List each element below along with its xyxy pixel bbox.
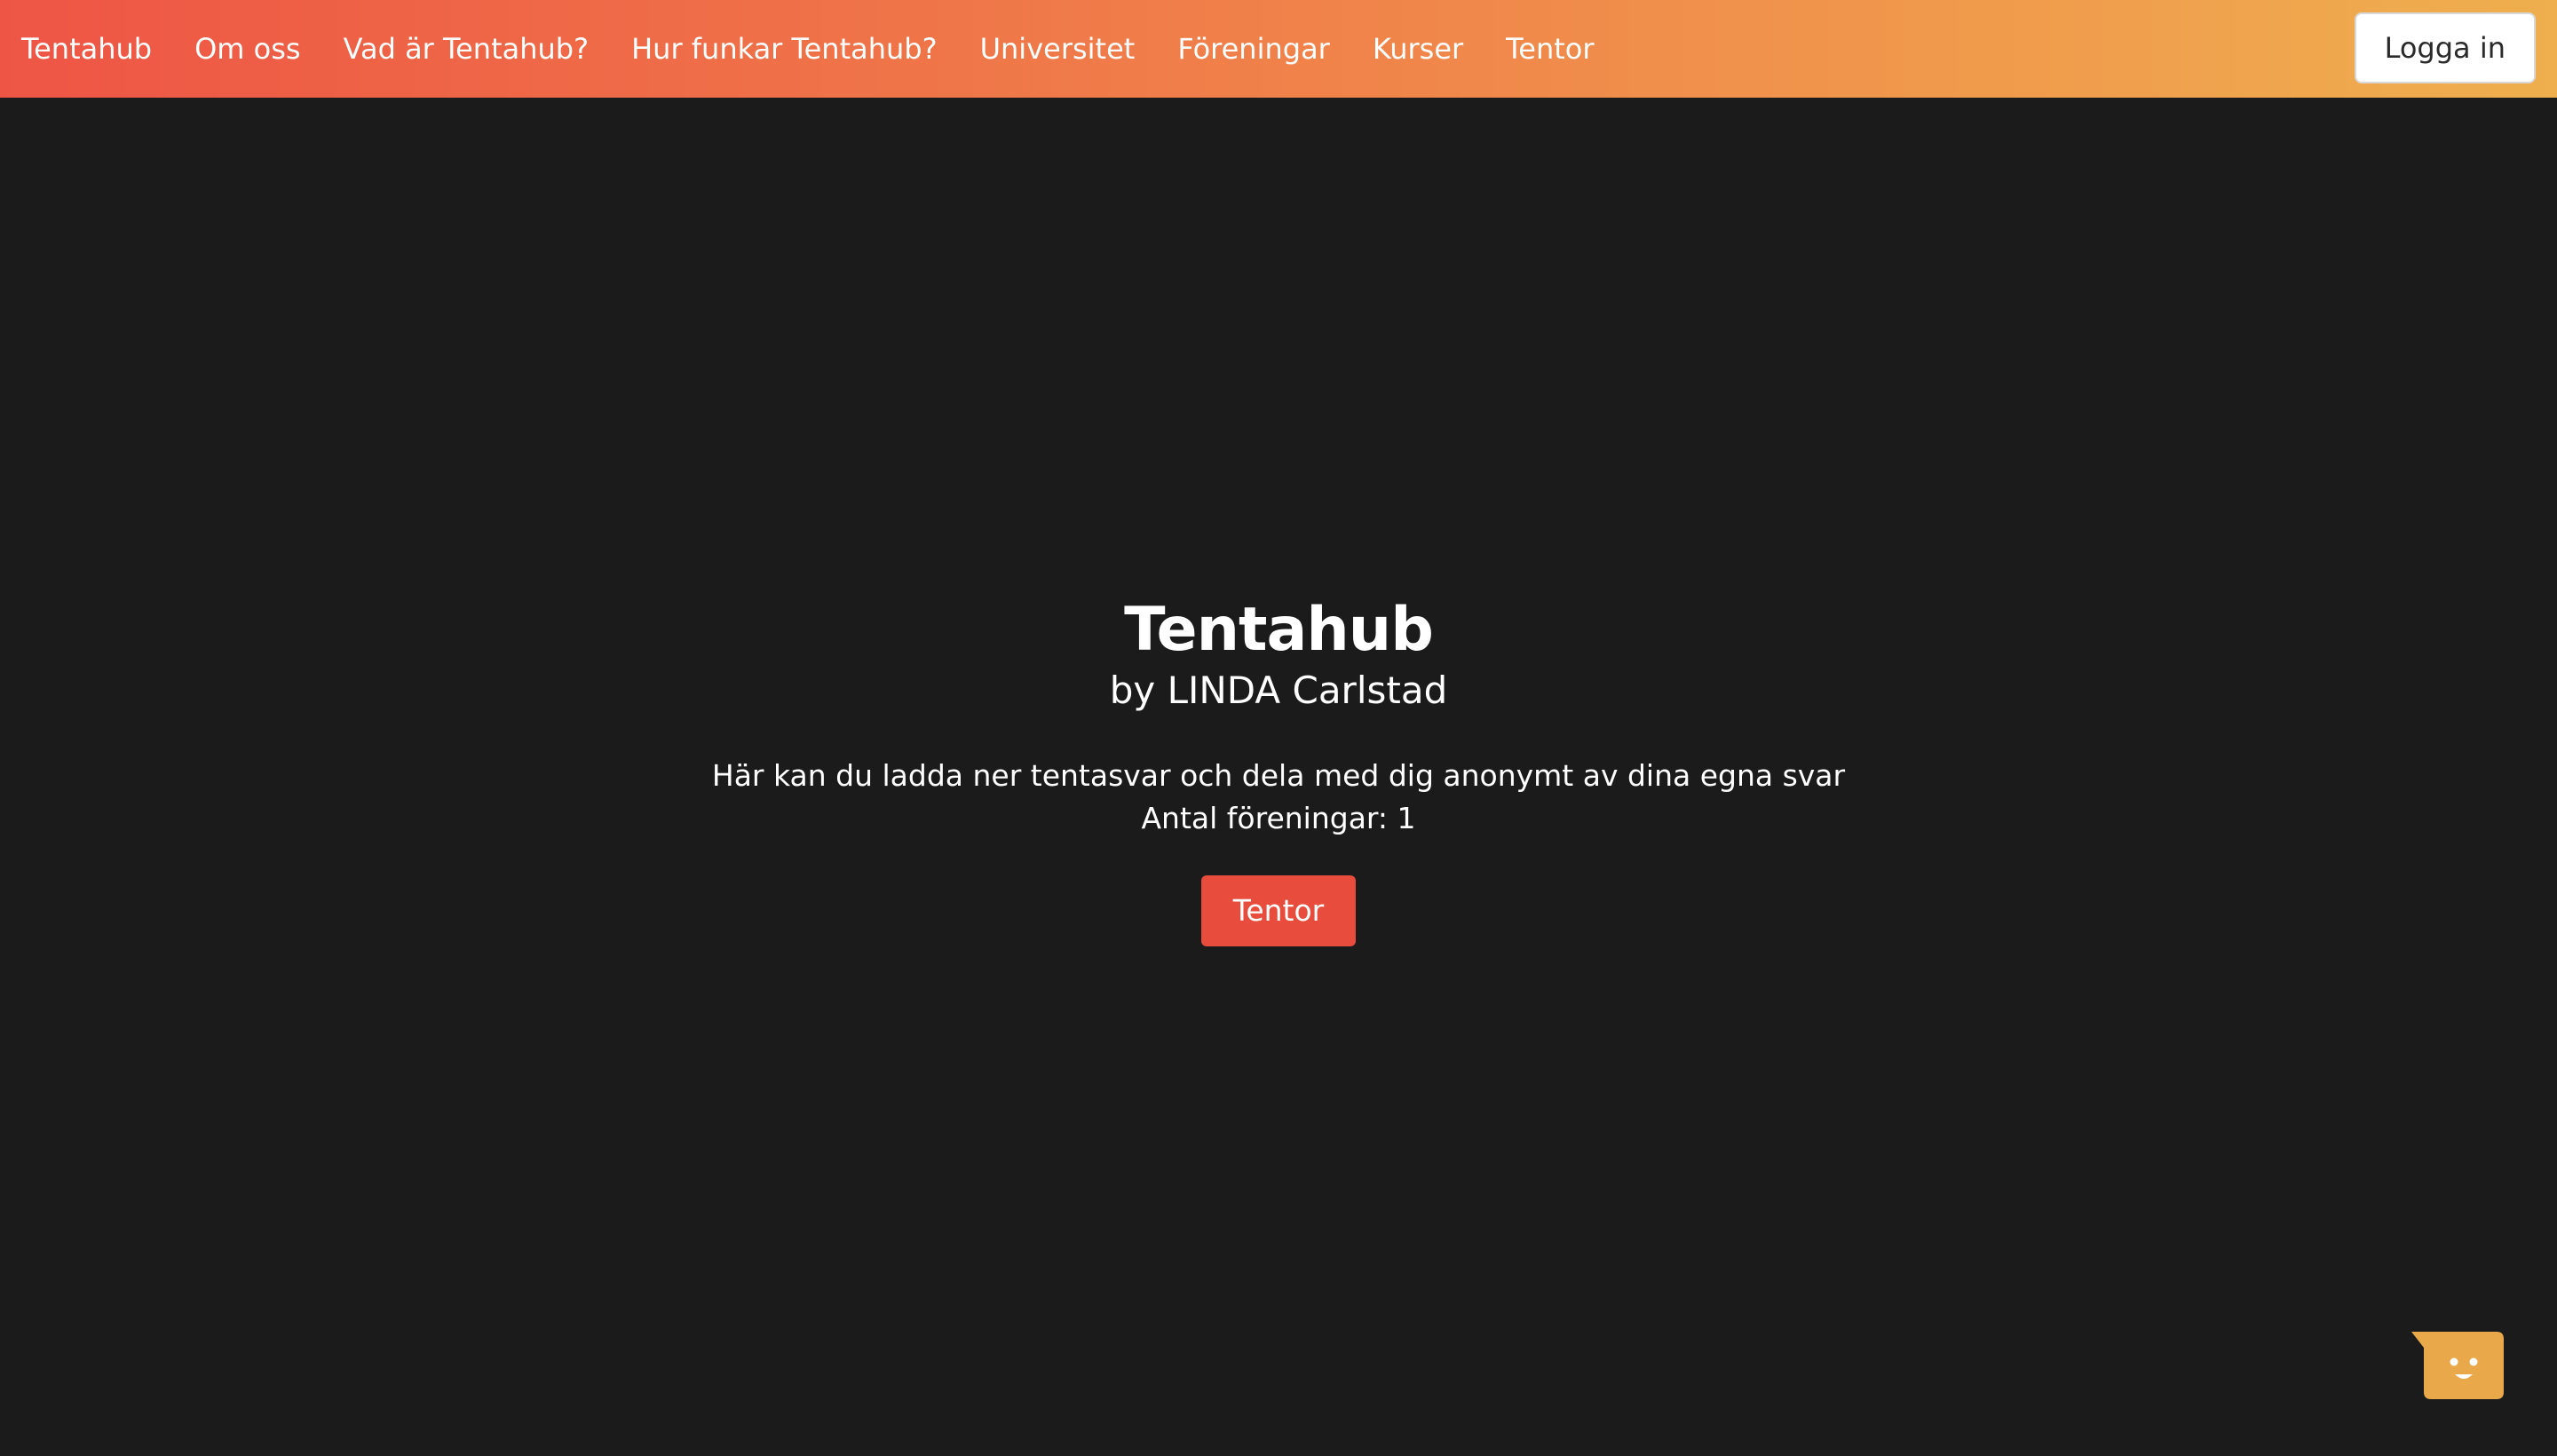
nav-item-foreningar[interactable]: Föreningar bbox=[1177, 32, 1330, 66]
top-navbar: Tentahub Om oss Vad är Tentahub? Hur fun… bbox=[0, 0, 2557, 98]
tentor-button[interactable]: Tentor bbox=[1200, 875, 1357, 946]
chat-widget-button[interactable] bbox=[2411, 1332, 2504, 1399]
association-count: Antal föreningar: 1 bbox=[1141, 801, 1416, 835]
nav-item-universitet[interactable]: Universitet bbox=[980, 32, 1136, 66]
nav-item-hur-funkar-tentahub[interactable]: Hur funkar Tentahub? bbox=[631, 32, 938, 66]
nav-item-kurser[interactable]: Kurser bbox=[1373, 32, 1463, 66]
nav-item-vad-ar-tentahub[interactable]: Vad är Tentahub? bbox=[344, 32, 590, 66]
login-button[interactable]: Logga in bbox=[2354, 12, 2536, 83]
page-subtitle: by LINDA Carlstad bbox=[1109, 669, 1448, 712]
hero-section: Tentahub by LINDA Carlstad Här kan du la… bbox=[0, 595, 2557, 946]
hero-description: Här kan du ladda ner tentasvar och dela … bbox=[711, 758, 1846, 793]
nav-item-tentor[interactable]: Tentor bbox=[1506, 32, 1594, 66]
nav-item-om-oss[interactable]: Om oss bbox=[194, 32, 300, 66]
chat-smiley-icon bbox=[2411, 1332, 2504, 1399]
nav-item-tentahub[interactable]: Tentahub bbox=[21, 32, 152, 66]
page-title: Tentahub bbox=[1124, 595, 1434, 665]
